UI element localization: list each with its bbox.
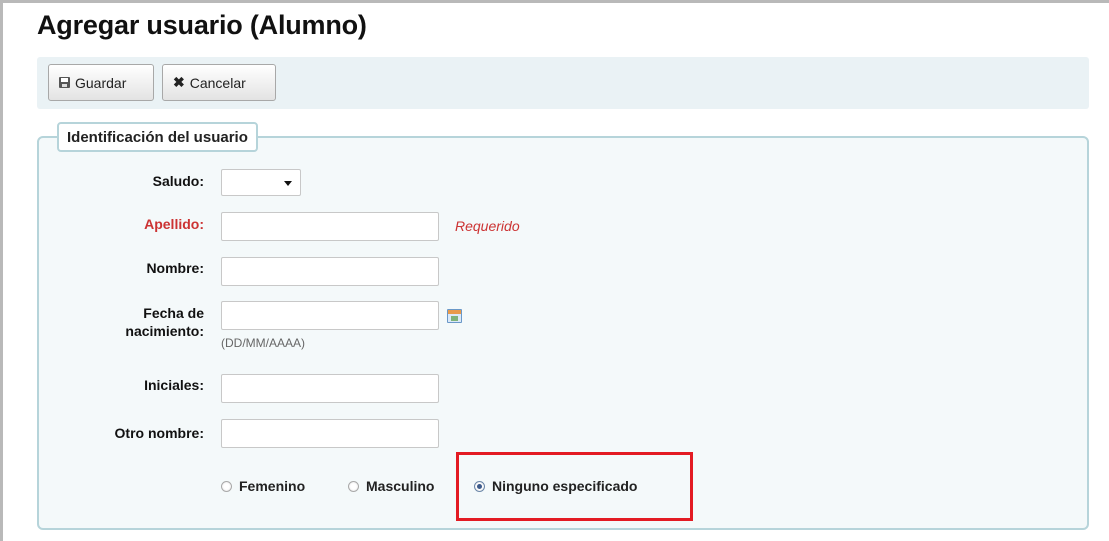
close-icon: ✖: [173, 74, 185, 90]
iniciales-label: Iniciales:: [144, 377, 204, 393]
fecha-label-line2: nacimiento:: [125, 323, 204, 339]
save-button[interactable]: Guardar: [48, 64, 154, 101]
window-top-border: [0, 0, 1109, 3]
iniciales-input[interactable]: [221, 374, 439, 403]
cancel-button-label: Cancelar: [189, 74, 246, 91]
highlight-box: [456, 452, 693, 521]
radio-masculino[interactable]: Masculino: [348, 478, 434, 494]
radio-femenino-dot[interactable]: [221, 480, 232, 492]
page-title: Agregar usuario (Alumno): [37, 10, 367, 40]
apellido-label: Apellido:: [144, 216, 204, 232]
radio-femenino-label: Femenino: [239, 478, 306, 494]
apellido-input[interactable]: [221, 212, 439, 241]
calendar-icon[interactable]: [447, 309, 462, 323]
chevron-down-icon: [284, 181, 292, 186]
otro-nombre-label: Otro nombre:: [114, 425, 204, 441]
radio-masculino-label: Masculino: [366, 478, 435, 494]
fecha-label: Fecha de nacimiento:: [125, 304, 204, 340]
save-icon: [59, 77, 70, 88]
otro-nombre-input[interactable]: [221, 419, 439, 448]
saludo-select[interactable]: [221, 169, 301, 196]
radio-masculino-dot[interactable]: [348, 480, 359, 492]
fecha-label-line1: Fecha de: [143, 305, 204, 321]
radio-femenino[interactable]: Femenino: [221, 478, 305, 494]
required-note: Requerido: [455, 218, 520, 234]
nombre-input[interactable]: [221, 257, 439, 286]
cancel-button[interactable]: ✖ Cancelar: [162, 64, 276, 101]
nombre-label: Nombre:: [146, 260, 204, 276]
toolbar: Guardar ✖ Cancelar: [37, 57, 1089, 109]
saludo-label: Saludo:: [152, 173, 204, 189]
window-left-border: [0, 0, 3, 541]
fieldset-legend: Identificación del usuario: [57, 122, 258, 152]
save-button-label: Guardar: [75, 74, 127, 91]
date-format-hint: (DD/MM/AAAA): [221, 336, 305, 350]
fecha-nacimiento-input[interactable]: [221, 301, 439, 330]
